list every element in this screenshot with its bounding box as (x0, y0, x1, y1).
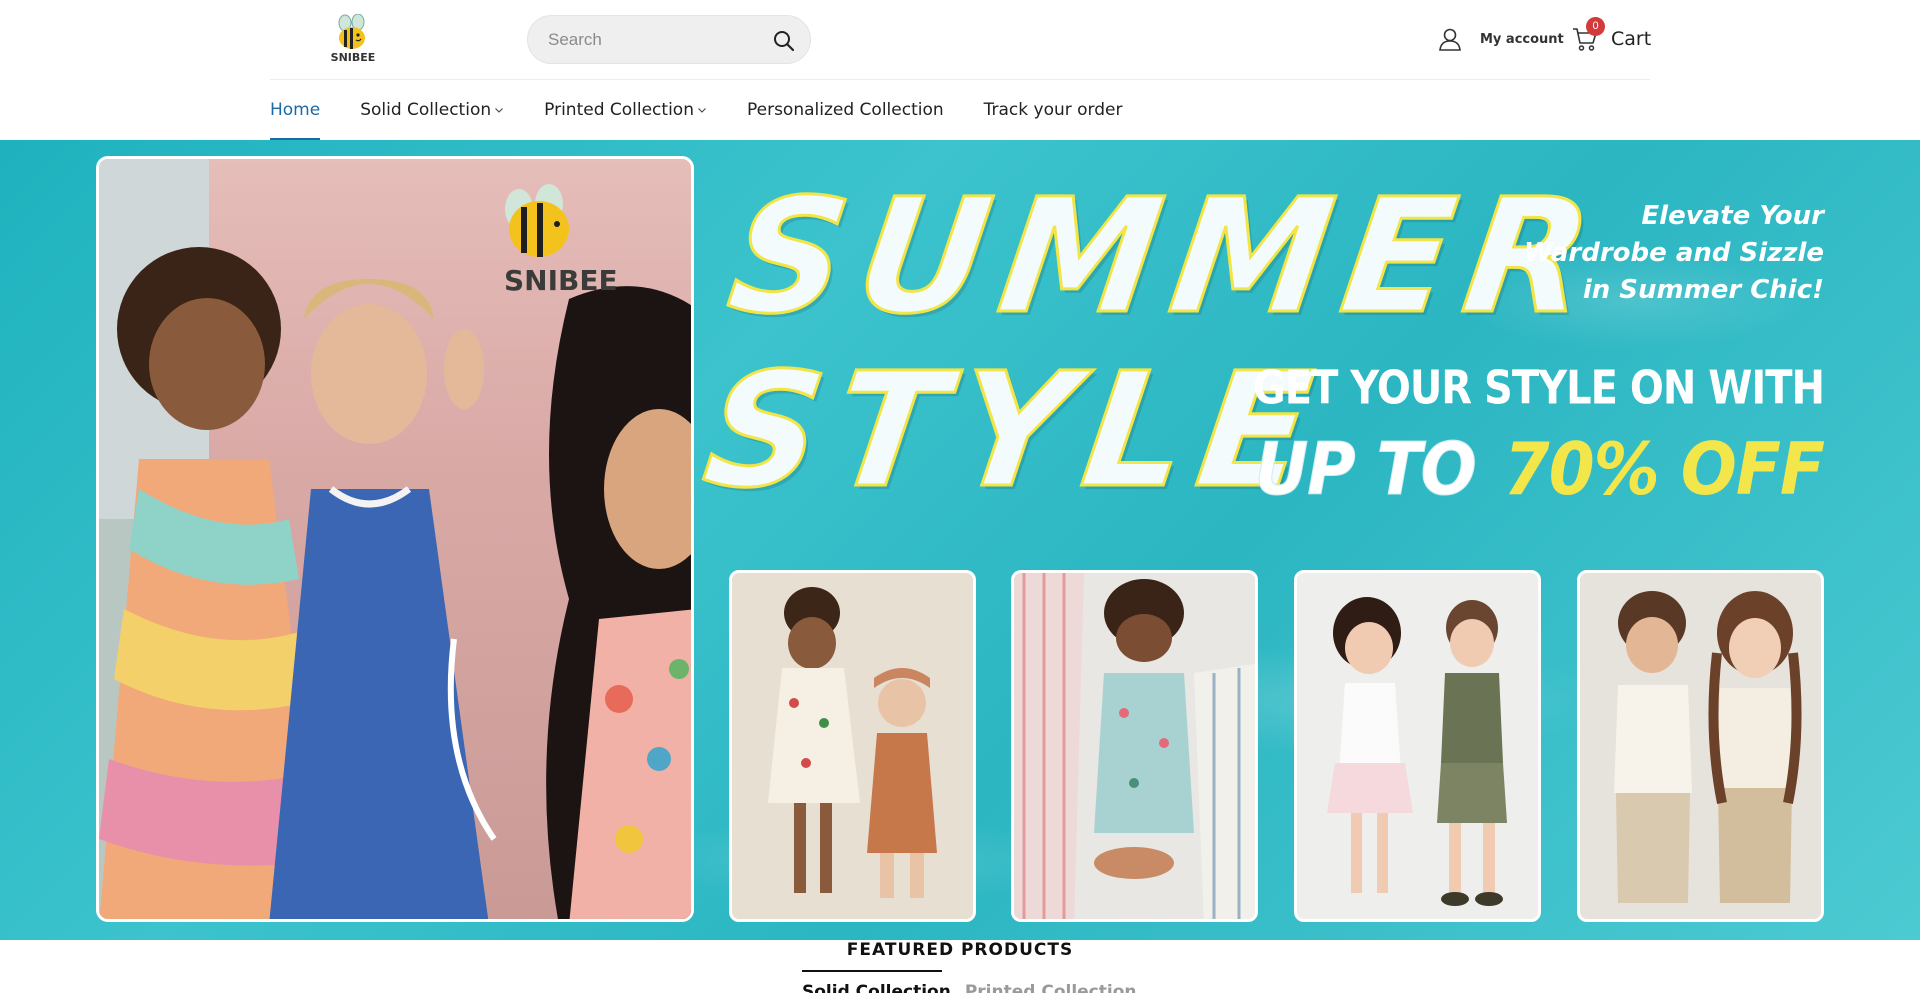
main-nav: Home Solid Collection Printed Collection… (270, 80, 1163, 140)
thumb-illustration (1614, 591, 1802, 903)
hero-promo-line1: GET YOUR STYLE ON WITH (1252, 362, 1825, 415)
hero-tagline: Elevate Your Wardrobe and Sizzle in Summ… (1444, 198, 1824, 309)
logo[interactable]: SNIBEE (330, 13, 376, 66)
hero-tagline-line1: Elevate Your (1641, 201, 1824, 231)
tab-printed-collection[interactable]: Printed Collection (965, 982, 1137, 993)
nav-item-label: Track your order (983, 100, 1123, 120)
hero-brand-text: SNIBEE (504, 264, 618, 297)
hero-promo-upto: UP TO (1254, 426, 1477, 512)
nav-item-label: Personalized Collection (746, 100, 944, 120)
featured-products-title: FEATURED PRODUCTS (846, 940, 1074, 960)
search-input[interactable] (548, 28, 748, 52)
search-icon (774, 31, 795, 52)
hero-thumb-3 (1294, 570, 1541, 922)
hero-tagline-line3: in Summer Chic! (1582, 275, 1824, 305)
cart-icon-wrapper: 0 (1571, 17, 1605, 53)
hero-tagline-line2: Wardrobe and Sizzle (1523, 238, 1824, 268)
featured-tabs: Solid Collection Printed Collection (802, 982, 1151, 993)
cart-label: Cart (1611, 28, 1652, 50)
chevron-down-icon (495, 108, 504, 113)
thumb-illustration (1014, 573, 1255, 919)
hero-promo-line2: UP TO 70% OFF (1254, 426, 1825, 512)
chevron-down-icon (698, 108, 706, 113)
hero-title-line1: SUMMER (718, 164, 1617, 351)
nav-item-personalized-collection[interactable]: Personalized Collection (747, 80, 944, 140)
search-button[interactable] (772, 29, 796, 53)
thumb-illustration (768, 587, 937, 898)
account-label: My account (1480, 31, 1564, 47)
account-link[interactable]: My account (1437, 26, 1564, 52)
nav-item-printed-collection[interactable]: Printed Collection (544, 80, 707, 140)
site-header: SNIBEE My account 0 Cart (0, 0, 1920, 80)
hero-thumb-4 (1577, 570, 1824, 922)
nav-item-label: Home (270, 100, 321, 120)
search-bar (527, 15, 811, 64)
hero-thumb-2 (1011, 570, 1258, 922)
cart-link[interactable]: 0 Cart (1571, 17, 1652, 56)
bee-icon (338, 13, 365, 49)
logo-text: SNIBEE (330, 51, 376, 64)
user-icon (1439, 28, 1461, 51)
nav-item-label: Solid Collection (360, 100, 492, 120)
hero-promo-off: 70% OFF (1503, 427, 1825, 512)
hero-thumb-1 (729, 570, 976, 922)
thumb-illustration (1327, 597, 1507, 906)
nav-item-track-order[interactable]: Track your order (984, 80, 1123, 140)
featured-tab-underline (802, 970, 942, 972)
nav-item-solid-collection[interactable]: Solid Collection (360, 80, 504, 140)
nav-item-home[interactable]: Home (270, 80, 321, 140)
cart-count-badge: 0 (1586, 17, 1605, 36)
hero-banner[interactable]: SNIBEE SUMMER STYLE Elevate Your Wardrob… (0, 140, 1920, 940)
nav-item-label: Printed Collection (544, 100, 694, 120)
hero-main-photo: SNIBEE (96, 156, 694, 922)
tab-solid-collection[interactable]: Solid Collection (802, 982, 951, 993)
